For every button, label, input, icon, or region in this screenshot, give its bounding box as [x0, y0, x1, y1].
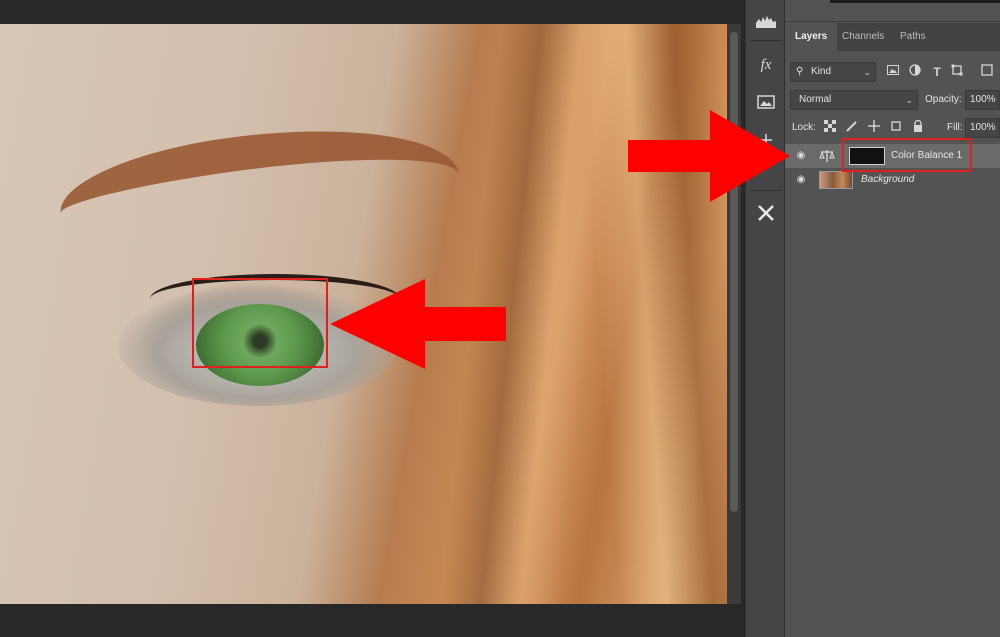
smart-object-filter-icon[interactable] — [979, 64, 995, 80]
divider — [750, 40, 782, 41]
tab-paths[interactable]: Paths — [890, 23, 936, 51]
chevron-down-icon: ⌄ — [863, 67, 871, 77]
lock-all-icon[interactable] — [911, 119, 925, 134]
canvas-area[interactable] — [0, 0, 745, 637]
panel-header-strip — [785, 0, 1000, 22]
layer-thumbnail[interactable] — [819, 171, 853, 189]
blend-mode-value: Normal — [799, 94, 832, 105]
adjustment-filter-icon[interactable] — [907, 64, 923, 80]
pixel-filter-icon[interactable] — [885, 64, 901, 80]
fx-icon[interactable]: fx — [751, 52, 781, 78]
panel-header-line — [830, 0, 1000, 3]
opacity-field[interactable]: 100% — [965, 90, 1000, 110]
histogram-icon[interactable] — [751, 8, 781, 34]
chevron-down-icon: ⌄ — [905, 95, 913, 105]
lock-position-icon[interactable] — [867, 120, 881, 134]
fx-label: fx — [760, 56, 772, 73]
type-filter-icon[interactable]: T — [929, 64, 945, 80]
opacity-label: Opacity: — [925, 94, 962, 105]
lock-artboard-icon[interactable] — [889, 120, 903, 134]
eyebrow — [53, 106, 467, 282]
photoshop-workspace: fx Layers Channels Paths ⚲ Kind ⌄ T Norm… — [0, 0, 1000, 637]
eye-highlight-box — [192, 278, 328, 368]
panel-tabs: Layers Channels Paths — [785, 23, 1000, 51]
shape-filter-icon[interactable] — [949, 64, 965, 80]
tab-channels[interactable]: Channels — [832, 23, 894, 51]
blend-mode-dropdown[interactable]: Normal ⌄ — [790, 90, 918, 110]
filter-kind-label: Kind — [811, 66, 832, 77]
magic-wand-cross-icon[interactable] — [751, 200, 781, 226]
fill-label: Fill: — [947, 122, 963, 133]
eye-visibility-icon[interactable]: ◉ — [795, 150, 807, 162]
fill-field[interactable]: 100% — [965, 118, 1000, 138]
panel-icon-strip: fx — [745, 0, 785, 637]
layer-highlight-box — [842, 138, 972, 172]
lock-row: Lock: Fill: 100% — [785, 118, 1000, 140]
filter-kind-dropdown[interactable]: ⚲ Kind ⌄ — [790, 62, 876, 82]
search-icon: ⚲ — [796, 66, 804, 77]
layers-panel: Layers Channels Paths ⚲ Kind ⌄ T Normal … — [785, 0, 1000, 637]
lock-label: Lock: — [792, 122, 816, 133]
lock-image-pixels-icon[interactable] — [845, 120, 859, 134]
arrow-left-icon — [330, 279, 506, 369]
layer-filter-row: ⚲ Kind ⌄ T — [785, 62, 1000, 84]
blend-row: Normal ⌄ Opacity: 100% — [785, 90, 1000, 112]
arrow-right-icon — [628, 110, 790, 202]
eye-visibility-icon[interactable]: ◉ — [795, 174, 807, 186]
scrollbar-thumb[interactable] — [730, 32, 738, 512]
tab-layers[interactable]: Layers — [785, 23, 838, 51]
color-balance-adjustment-icon — [819, 149, 835, 163]
lock-transparent-pixels-icon[interactable] — [823, 120, 837, 134]
